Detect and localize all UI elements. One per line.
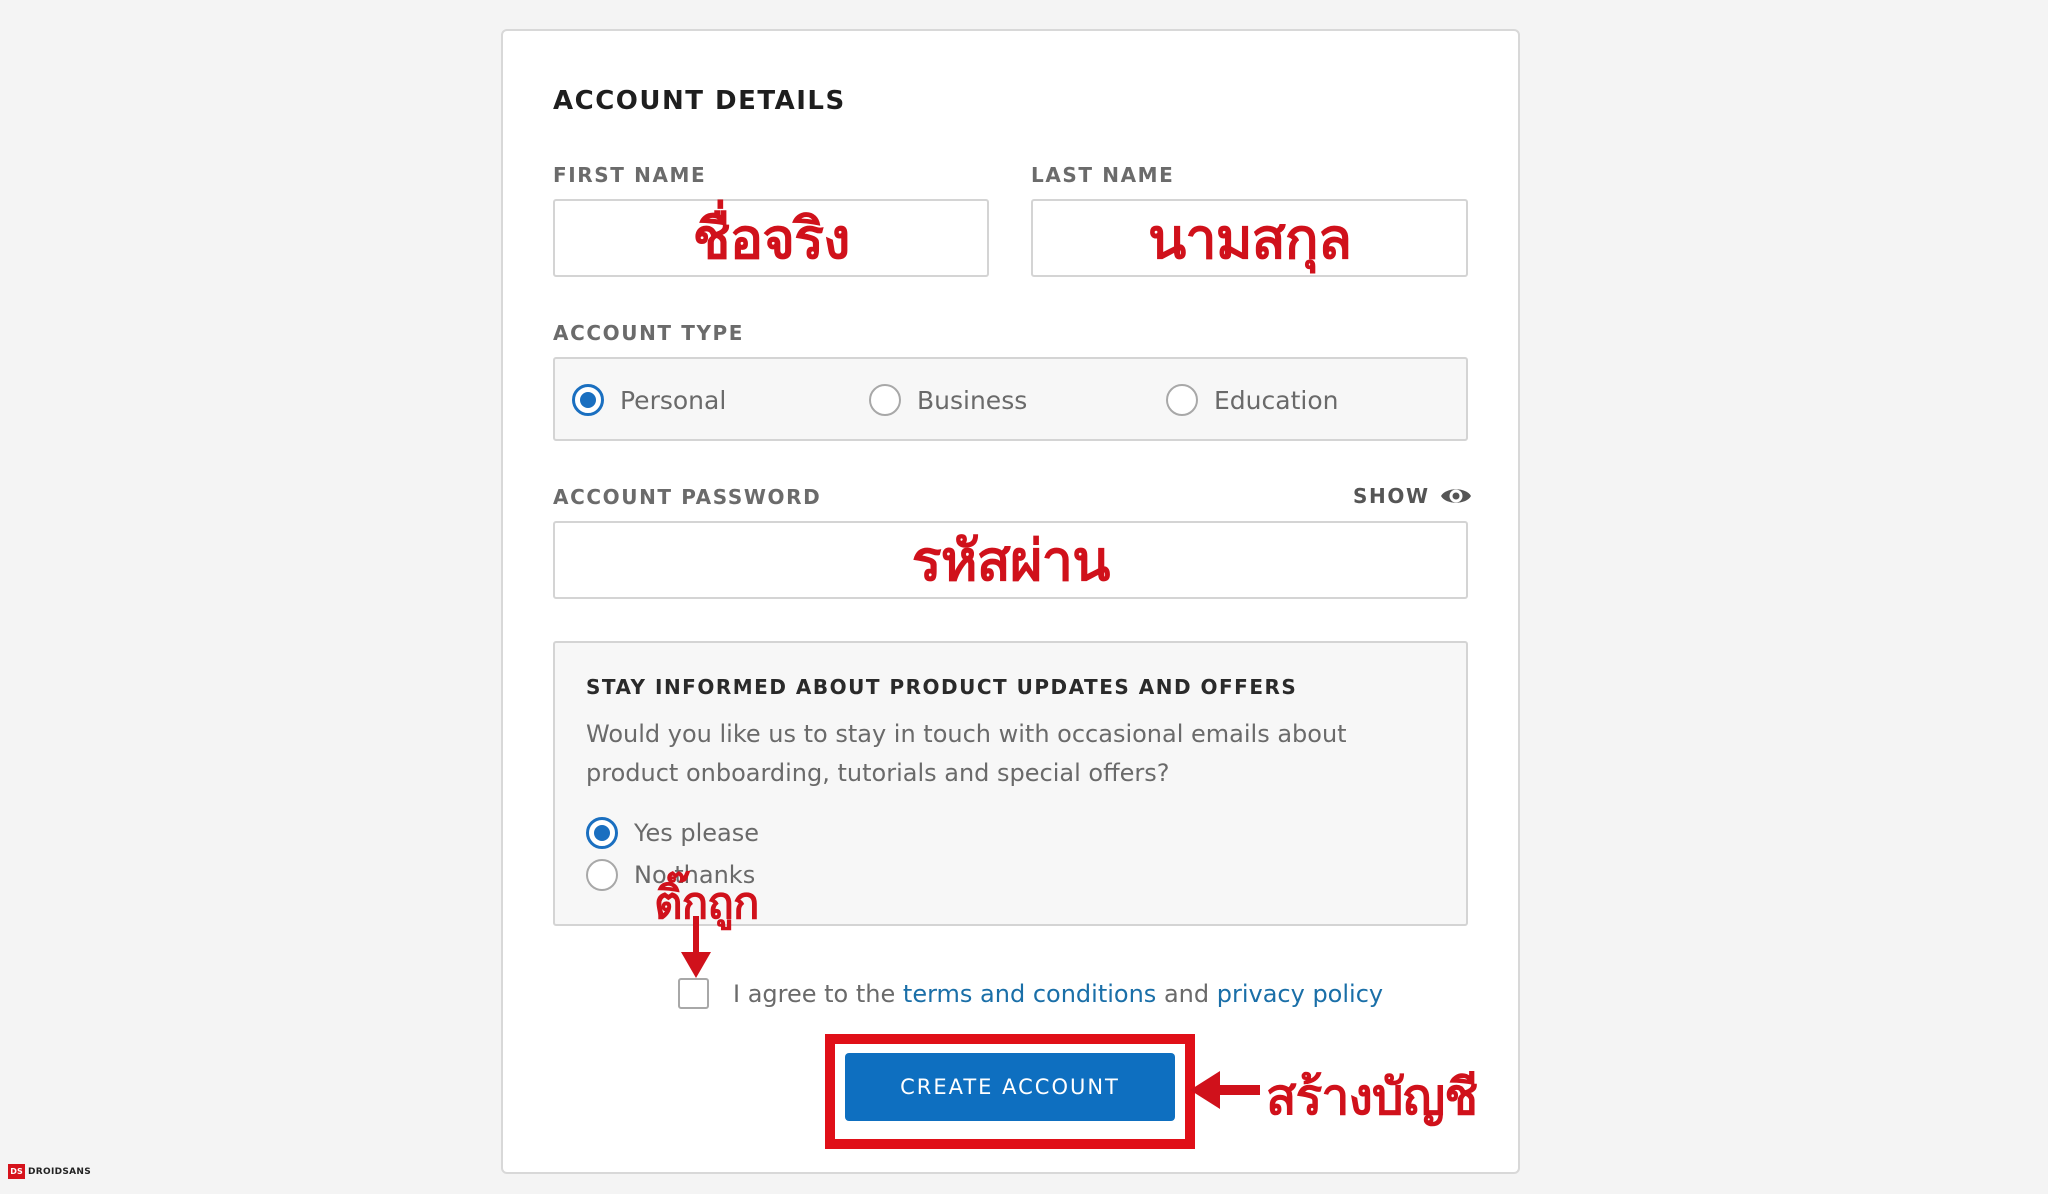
password-annotation: รหัสผ่าน [911,528,1111,594]
first-name-field[interactable]: ชื่อจริง [553,199,989,277]
agree-prefix: I agree to the [733,979,896,1008]
radio-yes-circle[interactable] [586,817,618,849]
last-name-annotation: นามสกุล [1147,206,1352,272]
agree-row: I agree to the terms and conditions and … [678,978,1383,1009]
section-title: ACCOUNT DETAILS [553,86,846,116]
first-name-annotation: ชื่อจริง [692,206,851,272]
radio-personal-circle[interactable] [572,384,604,416]
first-name-label: FIRST NAME [553,163,707,187]
password-label: ACCOUNT PASSWORD [553,485,822,509]
watermark: DS DROIDSANS [8,1164,91,1179]
radio-personal[interactable]: Personal [572,384,726,416]
radio-business-label: Business [917,385,1028,415]
privacy-link[interactable]: privacy policy [1217,980,1383,1008]
left-arrow-icon [1190,1071,1260,1109]
show-password-label: SHOW [1353,484,1430,508]
updates-description: Would you like us to stay in touch with … [586,720,1347,787]
agree-middle: and [1163,979,1210,1008]
agree-text: I agree to the terms and conditions and … [733,980,1383,1008]
password-field[interactable]: รหัสผ่าน [553,521,1468,599]
last-name-field[interactable]: นามสกุล [1031,199,1468,277]
create-account-annotation: สร้างบัญชี [1266,1068,1478,1126]
radio-education-label: Education [1214,385,1339,415]
updates-title: STAY INFORMED ABOUT PRODUCT UPDATES AND … [586,675,1298,699]
last-name-label: LAST NAME [1031,163,1175,187]
radio-personal-label: Personal [620,385,727,415]
watermark-text: DROIDSANS [28,1166,92,1177]
radio-education[interactable]: Education [1166,384,1338,416]
account-type-radio-group: Personal Business Education [553,357,1468,441]
create-account-button[interactable]: CREATE ACCOUNT [845,1053,1175,1121]
down-arrow-icon [681,916,711,978]
radio-no-circle[interactable] [586,859,618,891]
radio-business[interactable]: Business [869,384,1027,416]
radio-education-circle[interactable] [1166,384,1198,416]
show-password-toggle[interactable]: SHOW [1353,484,1472,508]
account-type-label: ACCOUNT TYPE [553,321,745,345]
radio-yes-label: Yes please [634,819,760,847]
radio-yes-please[interactable]: Yes please [586,817,759,849]
watermark-logo: DS [8,1164,25,1179]
radio-business-circle[interactable] [869,384,901,416]
eye-icon[interactable] [1440,485,1472,507]
terms-link[interactable]: terms and conditions [903,980,1156,1008]
agree-checkbox[interactable] [678,978,709,1009]
